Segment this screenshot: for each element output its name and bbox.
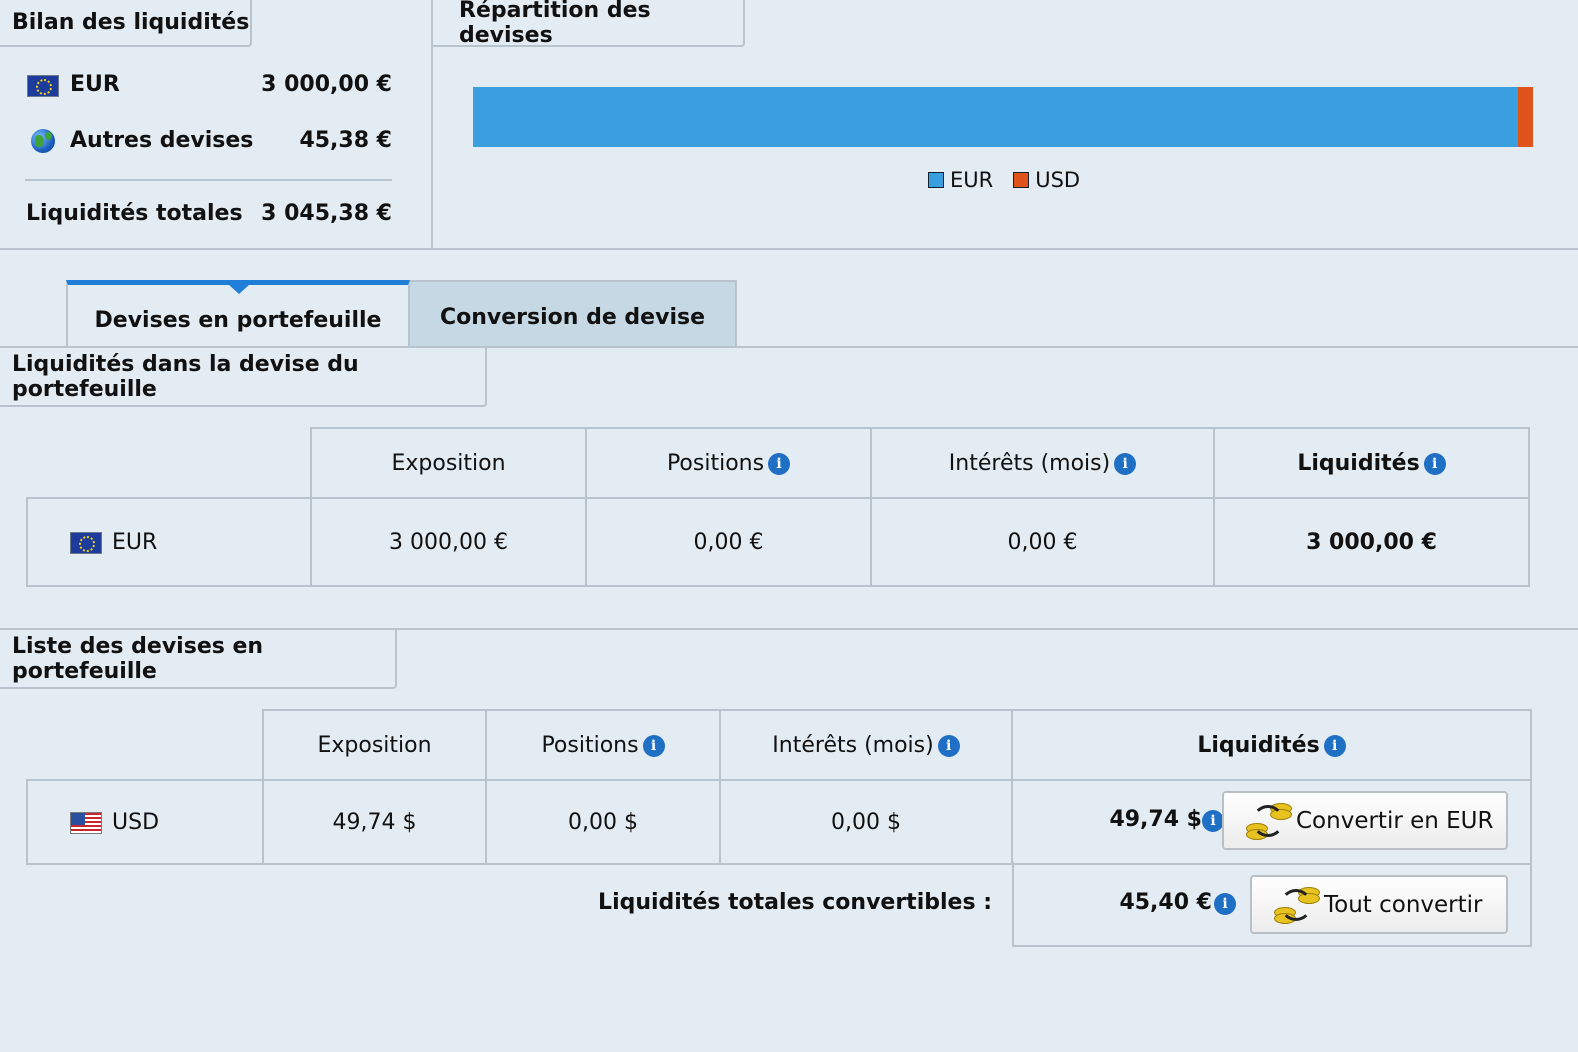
- eu-flag-icon: [70, 532, 102, 554]
- tab-conversion-label: Conversion de devise: [440, 305, 705, 330]
- header-positions-label: Positions: [666, 450, 765, 476]
- header-exposition: Exposition: [310, 427, 587, 499]
- table-row: EUR 3 000,00 € 0,00 € 0,00 € 3 000,00 €: [26, 497, 1530, 587]
- list-section-title-text: Liste des devises en portefeuille: [12, 633, 264, 684]
- interets-value: 0,00 $: [719, 779, 1013, 865]
- legend-label-eur: EUR: [950, 168, 994, 192]
- portfolio-currency-table: Exposition Positions i Intérêts (mois) i L…: [26, 427, 1530, 587]
- header-exposition-label: Exposition: [317, 732, 432, 758]
- convert-to-eur-label: Convertir en EUR: [1296, 807, 1494, 834]
- header-interets: Intérêts (mois) i: [719, 709, 1013, 781]
- legend-swatch-usd: [1013, 172, 1030, 188]
- currency-cell: USD: [26, 779, 264, 865]
- positions-value: 0,00 €: [585, 497, 872, 587]
- convert-all-label: Tout convertir: [1324, 891, 1483, 918]
- summary-other-label: Autres devises: [70, 128, 254, 153]
- header-liquidites: Liquidités i: [1011, 709, 1532, 781]
- interets-value: 0,00 €: [870, 497, 1215, 587]
- info-icon[interactable]: i: [768, 452, 791, 475]
- distribution-title: Répartition des devises: [433, 0, 745, 48]
- currency-code: USD: [112, 809, 160, 835]
- header-interets: Intérêts (mois) i: [870, 427, 1215, 499]
- header-interets-label: Intérêts (mois): [772, 732, 934, 758]
- header-positions: Positions i: [585, 427, 872, 499]
- header-interets-label: Intérêts (mois): [948, 450, 1111, 476]
- header-liquidites: Liquidités i: [1213, 427, 1530, 499]
- positions-value: 0,00 $: [485, 779, 721, 865]
- summary-title: Bilan des liquidités: [0, 0, 252, 47]
- empty-header-cell: [27, 428, 312, 499]
- convertible-total-amount: 45,40 €: [1119, 890, 1212, 915]
- active-tab-caret-icon: [228, 284, 250, 294]
- convert-all-button[interactable]: Tout convertir: [1250, 875, 1508, 934]
- table-header-row: Exposition Positions i Intérêts (mois) i L…: [27, 709, 1532, 781]
- portfolio-section-title-text: Liquidités dans la devise du portefeuill…: [12, 351, 359, 402]
- convert-to-eur-button[interactable]: Convertir en EUR: [1222, 791, 1508, 850]
- chart-legend: EUR USD: [928, 168, 1080, 192]
- summary-divider: [25, 179, 392, 181]
- summary-total-label: Liquidités totales: [26, 201, 243, 226]
- tab-devises-en-portefeuille[interactable]: Devises en portefeuille: [66, 280, 410, 348]
- us-flag-icon: [70, 812, 102, 834]
- header-exposition-label: Exposition: [391, 450, 506, 476]
- bar-eur: [473, 87, 1518, 147]
- top-section-divider: [0, 248, 1578, 250]
- info-icon[interactable]: i: [1202, 810, 1224, 832]
- eu-flag-icon: [27, 75, 59, 97]
- summary-other-amount: 45,38 €: [299, 128, 392, 153]
- legend-swatch-eur: [928, 172, 944, 188]
- header-liquidites-label: Liquidités: [1297, 450, 1420, 476]
- table-header-row: Exposition Positions i Intérêts (mois) i L…: [27, 427, 1530, 499]
- convertible-total-label: Liquidités totales convertibles :: [598, 890, 992, 915]
- header-positions: Positions i: [485, 709, 721, 781]
- convert-coins-icon: [1274, 885, 1320, 925]
- header-positions-label: Positions: [541, 732, 639, 758]
- portfolio-section-title: Liquidités dans la devise du portefeuill…: [0, 348, 487, 407]
- header-liquidites-label: Liquidités: [1197, 732, 1320, 758]
- currency-distribution-chart: [473, 87, 1533, 147]
- exposition-value: 49,74 $: [262, 779, 487, 865]
- tab-conversion-de-devise[interactable]: Conversion de devise: [410, 280, 737, 348]
- legend-label-usd: USD: [1035, 168, 1081, 192]
- header-exposition: Exposition: [262, 709, 487, 781]
- liquidites-value: 49,74 $: [1109, 807, 1202, 832]
- globe-icon: [31, 129, 55, 153]
- summary-eur-amount: 3 000,00 €: [261, 72, 392, 97]
- tab-devises-label: Devises en portefeuille: [94, 308, 382, 333]
- bar-usd: [1517, 87, 1533, 147]
- convert-coins-icon: [1246, 801, 1292, 841]
- currency-code: EUR: [112, 529, 158, 555]
- info-icon[interactable]: i: [642, 734, 665, 757]
- info-icon[interactable]: i: [1323, 734, 1346, 757]
- empty-header-cell: [27, 710, 264, 781]
- summary-title-text: Bilan des liquidités: [12, 10, 250, 35]
- info-icon[interactable]: i: [937, 734, 960, 757]
- currency-cell: EUR: [26, 497, 312, 587]
- info-icon[interactable]: i: [1114, 452, 1137, 475]
- info-icon[interactable]: i: [1214, 893, 1236, 915]
- summary-total-amount: 3 045,38 €: [261, 201, 392, 226]
- liquidites-value: 3 000,00 €: [1213, 497, 1530, 587]
- exposition-value: 3 000,00 €: [310, 497, 587, 587]
- distribution-title-text: Répartition des devises: [459, 0, 651, 48]
- summary-eur-label: EUR: [70, 72, 120, 97]
- list-section-title: Liste des devises en portefeuille: [0, 630, 397, 689]
- info-icon[interactable]: i: [1423, 452, 1446, 475]
